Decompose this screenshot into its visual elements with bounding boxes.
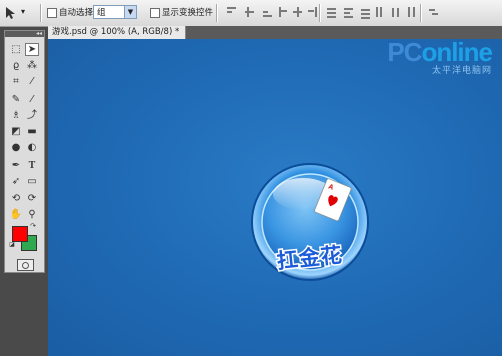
show-transform-label: 显示变换控件: [162, 8, 214, 18]
watermark-logo: PConline 太平洋电脑网: [387, 39, 493, 76]
divider: [40, 4, 42, 22]
show-transform-controls-checkbox[interactable]: 显示变换控件: [150, 5, 213, 21]
tools-panel-collapse[interactable]: ◂◂: [5, 31, 44, 37]
auto-select-label: 自动选择:: [59, 8, 96, 18]
foreground-color-swatch[interactable]: [12, 226, 28, 242]
align-vertical-center-icon[interactable]: [244, 6, 255, 18]
auto-align-layers-icon[interactable]: [428, 6, 439, 18]
pen-tool-icon[interactable]: ✒: [9, 159, 23, 172]
zoom-tool-icon[interactable]: ⚲: [25, 208, 39, 221]
move-tool-icon[interactable]: ➤: [25, 43, 39, 56]
options-bar: ▾ 自动选择: 组 ▼ 显示变换控件: [0, 0, 502, 27]
align-right-icon[interactable]: [306, 6, 317, 18]
divider: [216, 4, 218, 22]
clone-stamp-tool-icon[interactable]: ♗: [9, 109, 23, 122]
3d-rotate-tool-icon[interactable]: ⟲: [9, 192, 23, 205]
history-brush-tool-icon[interactable]: ⤴: [25, 109, 39, 122]
distribute-left-icon[interactable]: [375, 6, 386, 18]
auto-select-value: 组: [97, 8, 106, 18]
distribute-right-icon[interactable]: [405, 6, 416, 18]
healing-brush-tool-icon[interactable]: ✎: [9, 93, 23, 106]
align-left-icon[interactable]: [278, 6, 289, 18]
type-tool-icon[interactable]: T: [25, 159, 39, 172]
divider: [420, 4, 422, 22]
swap-colors-icon[interactable]: ↷: [28, 222, 38, 231]
auto-select-dropdown[interactable]: 组 ▼: [93, 5, 137, 19]
distribute-bottom-icon[interactable]: [360, 6, 371, 19]
lasso-tool-icon[interactable]: ϱ: [9, 59, 23, 72]
distribute-vertical-center-icon[interactable]: [343, 6, 354, 18]
eraser-tool-icon[interactable]: ◩: [9, 125, 23, 138]
watermark-prefix: PC: [387, 39, 422, 67]
divider: [319, 4, 321, 22]
tools-panel: ◂◂ ⬚ ➤ ϱ ⁂ ⌗ ⁄ ✎ ⁄ ♗ ⤴ ◩ ▬ ● ◐ ✒ T ➶ ▭ ⟲…: [4, 30, 45, 273]
game-logo: A 扛金花: [235, 160, 385, 290]
dodge-tool-icon[interactable]: ◐: [25, 141, 39, 154]
path-selection-tool-icon[interactable]: ➶: [9, 175, 23, 188]
tool-preset-dropdown-icon[interactable]: ▾: [21, 4, 25, 20]
quick-mask-icon[interactable]: [17, 259, 34, 271]
distribute-top-icon[interactable]: [326, 6, 337, 18]
default-colors-icon[interactable]: ◪: [8, 241, 16, 249]
eyedropper-tool-icon[interactable]: ⁄: [25, 75, 39, 88]
shape-tool-icon[interactable]: ▭: [25, 175, 39, 188]
distribute-horizontal-center-icon[interactable]: [390, 6, 401, 18]
document-tab-bar: 游戏.psd @ 100% (A, RGB/8) *: [48, 26, 502, 39]
move-tool-icon[interactable]: [3, 6, 19, 20]
crop-tool-icon[interactable]: ⌗: [9, 75, 23, 88]
hand-tool-icon[interactable]: ✋: [9, 208, 23, 221]
marquee-tool-icon[interactable]: ⬚: [9, 43, 23, 56]
auto-select-checkbox[interactable]: 自动选择:: [47, 5, 96, 21]
align-horizontal-center-icon[interactable]: [292, 6, 303, 18]
chevron-down-icon[interactable]: ▼: [124, 6, 136, 18]
checkbox-icon[interactable]: [47, 7, 57, 18]
align-top-icon[interactable]: [226, 6, 237, 18]
gradient-tool-icon[interactable]: ▬: [25, 125, 39, 138]
document-canvas[interactable]: PConline 太平洋电脑网 A 扛金花: [48, 39, 502, 356]
magic-wand-tool-icon[interactable]: ⁂: [25, 59, 39, 72]
3d-orbit-tool-icon[interactable]: ⟳: [25, 192, 39, 205]
brush-tool-icon[interactable]: ⁄: [25, 93, 39, 106]
blur-tool-icon[interactable]: ●: [9, 141, 23, 154]
align-bottom-icon[interactable]: [262, 6, 273, 18]
document-tab[interactable]: 游戏.psd @ 100% (A, RGB/8) *: [48, 26, 187, 39]
checkbox-icon[interactable]: [150, 7, 160, 18]
